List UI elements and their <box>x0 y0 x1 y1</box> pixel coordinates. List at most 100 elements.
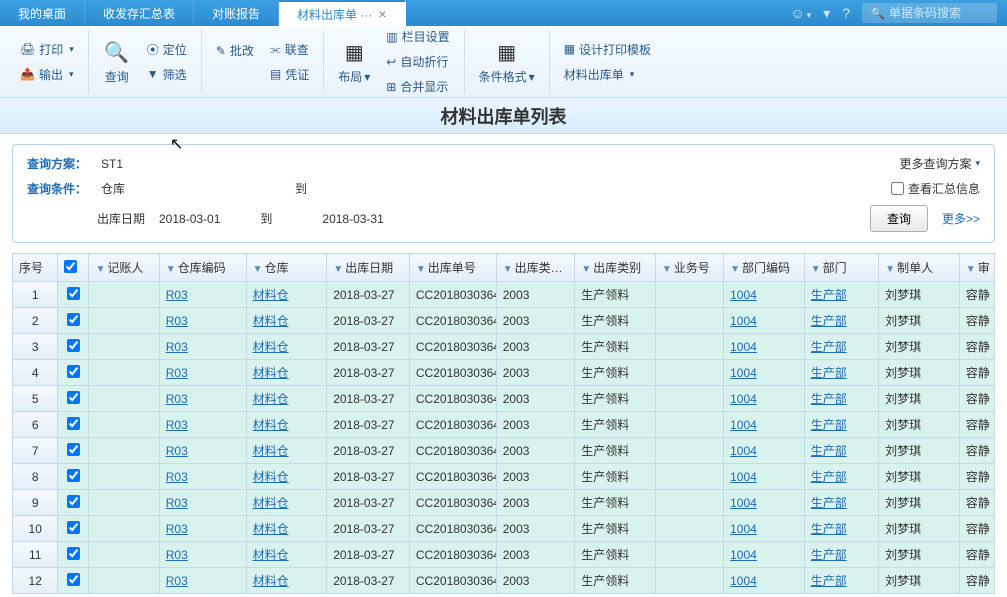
table-row[interactable]: 4R03材料仓2018-03-27CC20180303642003生产领料100… <box>13 360 995 386</box>
layout-button[interactable]: ▦ 布局▾ <box>332 34 376 89</box>
cell-wh[interactable]: 材料仓 <box>246 386 327 412</box>
cell-whcode[interactable]: R03 <box>159 308 246 334</box>
cell-deptcode[interactable]: 1004 <box>724 490 805 516</box>
row-checkbox[interactable] <box>67 495 80 508</box>
cell-dept[interactable]: 生产部 <box>804 282 878 308</box>
query-button[interactable]: 🔍 查询 <box>97 34 137 89</box>
cell-wh[interactable]: 材料仓 <box>246 308 327 334</box>
filter-icon[interactable]: ▼ <box>166 264 176 275</box>
cell-deptcode[interactable]: 1004 <box>724 516 805 542</box>
tab-stockout[interactable]: 材料出库单 ··· × <box>279 0 406 26</box>
filter-icon[interactable]: ▼ <box>885 264 895 275</box>
cell-wh[interactable]: 材料仓 <box>246 490 327 516</box>
cell-dept[interactable]: 生产部 <box>804 360 878 386</box>
cell-dept[interactable]: 生产部 <box>804 334 878 360</box>
filter-icon[interactable]: ▼ <box>811 264 821 275</box>
col-last[interactable]: ▼审 <box>959 254 994 282</box>
cell-wh[interactable]: 材料仓 <box>246 516 327 542</box>
date-from-value[interactable]: 2018-03-01 <box>159 212 220 226</box>
table-row[interactable]: 10R03材料仓2018-03-27CC20180303642003生产领料10… <box>13 516 995 542</box>
col-bizno[interactable]: ▼业务号 <box>655 254 723 282</box>
filter-icon[interactable]: ▼ <box>95 264 105 275</box>
cell-check[interactable] <box>58 464 89 490</box>
cell-whcode[interactable]: R03 <box>159 282 246 308</box>
print-button[interactable]: 🖨打印▾ <box>14 38 80 61</box>
cell-check[interactable] <box>58 568 89 594</box>
cell-whcode[interactable]: R03 <box>159 542 246 568</box>
cell-wh[interactable]: 材料仓 <box>246 438 327 464</box>
table-row[interactable]: 2R03材料仓2018-03-27CC20180303642003生产领料100… <box>13 308 995 334</box>
cell-wh[interactable]: 材料仓 <box>246 464 327 490</box>
cell-whcode[interactable]: R03 <box>159 360 246 386</box>
cell-deptcode[interactable]: 1004 <box>724 438 805 464</box>
cell-whcode[interactable]: R03 <box>159 516 246 542</box>
row-checkbox[interactable] <box>67 365 80 378</box>
filter-icon[interactable]: ▼ <box>662 264 672 275</box>
more-schemes-button[interactable]: 更多查询方案 ▾ <box>899 155 980 172</box>
col-check[interactable] <box>58 254 89 282</box>
cell-dept[interactable]: 生产部 <box>804 568 878 594</box>
scheme-value[interactable]: ST1 <box>101 157 123 171</box>
cell-dept[interactable]: 生产部 <box>804 542 878 568</box>
barcode-search[interactable]: 🔍 <box>862 3 997 23</box>
col-date[interactable]: ▼出库日期 <box>327 254 410 282</box>
view-summary-input[interactable] <box>891 182 904 195</box>
design-template-button[interactable]: ▦设计打印模板 <box>558 38 657 61</box>
row-checkbox[interactable] <box>67 443 80 456</box>
filter-icon[interactable]: ▼ <box>503 264 513 275</box>
col-wh[interactable]: ▼仓库 <box>246 254 327 282</box>
filter-icon[interactable]: ▼ <box>253 264 263 275</box>
close-icon[interactable]: × <box>378 6 386 22</box>
row-checkbox[interactable] <box>67 417 80 430</box>
col-dept[interactable]: ▼部门 <box>804 254 878 282</box>
filter-icon[interactable]: ▼ <box>581 264 591 275</box>
mergeshow-button[interactable]: ⊞合并显示 <box>380 75 455 98</box>
cell-whcode[interactable]: R03 <box>159 490 246 516</box>
union-query-button[interactable]: ⫘联查 <box>264 38 315 61</box>
filter-button[interactable]: ▼筛选 <box>141 63 193 86</box>
row-checkbox[interactable] <box>67 339 80 352</box>
row-checkbox[interactable] <box>67 521 80 534</box>
tab-desktop[interactable]: 我的桌面 <box>0 0 85 26</box>
cell-dept[interactable]: 生产部 <box>804 412 878 438</box>
cell-whcode[interactable]: R03 <box>159 412 246 438</box>
check-all[interactable] <box>64 260 77 273</box>
output-button[interactable]: 📤输出▾ <box>14 63 80 86</box>
cell-wh[interactable]: 材料仓 <box>246 282 327 308</box>
col-deptcode[interactable]: ▼部门编码 <box>724 254 805 282</box>
stockout-doc-button[interactable]: 材料出库单▾ <box>558 63 657 86</box>
cell-check[interactable] <box>58 438 89 464</box>
cell-check[interactable] <box>58 516 89 542</box>
table-row[interactable]: 8R03材料仓2018-03-27CC20180303642003生产领料100… <box>13 464 995 490</box>
row-checkbox[interactable] <box>67 547 80 560</box>
table-row[interactable]: 12R03材料仓2018-03-27CC20180303642003生产领料10… <box>13 568 995 594</box>
table-row[interactable]: 7R03材料仓2018-03-27CC20180303642003生产领料100… <box>13 438 995 464</box>
cell-check[interactable] <box>58 386 89 412</box>
filter-icon[interactable]: ▼ <box>730 264 740 275</box>
more-link[interactable]: 更多>> <box>942 210 980 227</box>
filter-icon[interactable]: ▼ <box>966 264 976 275</box>
col-whcode[interactable]: ▼仓库编码 <box>159 254 246 282</box>
cell-check[interactable] <box>58 412 89 438</box>
cond-format-button[interactable]: ▦ 条件格式▾ <box>473 34 541 89</box>
cell-wh[interactable]: 材料仓 <box>246 412 327 438</box>
row-checkbox[interactable] <box>67 287 80 300</box>
run-query-button[interactable]: 查询 <box>870 205 928 232</box>
column-set-button[interactable]: ▥栏目设置 <box>380 25 455 48</box>
cell-whcode[interactable]: R03 <box>159 464 246 490</box>
col-docno[interactable]: ▼出库单号 <box>409 254 496 282</box>
table-row[interactable]: 5R03材料仓2018-03-27CC20180303642003生产领料100… <box>13 386 995 412</box>
cell-deptcode[interactable]: 1004 <box>724 542 805 568</box>
batch-button[interactable]: ✎批改 <box>210 39 260 62</box>
cell-wh[interactable]: 材料仓 <box>246 568 327 594</box>
help-icon[interactable]: ? <box>842 5 850 21</box>
table-row[interactable]: 3R03材料仓2018-03-27CC20180303642003生产领料100… <box>13 334 995 360</box>
cell-whcode[interactable]: R03 <box>159 438 246 464</box>
table-row[interactable]: 9R03材料仓2018-03-27CC20180303642003生产领料100… <box>13 490 995 516</box>
cell-dept[interactable]: 生产部 <box>804 490 878 516</box>
locate-button[interactable]: ⦿定位 <box>141 38 193 61</box>
cell-dept[interactable]: 生产部 <box>804 438 878 464</box>
tab-recon[interactable]: 对账报告 <box>194 0 279 26</box>
cell-wh[interactable]: 材料仓 <box>246 542 327 568</box>
col-recorder[interactable]: ▼记账人 <box>89 254 159 282</box>
